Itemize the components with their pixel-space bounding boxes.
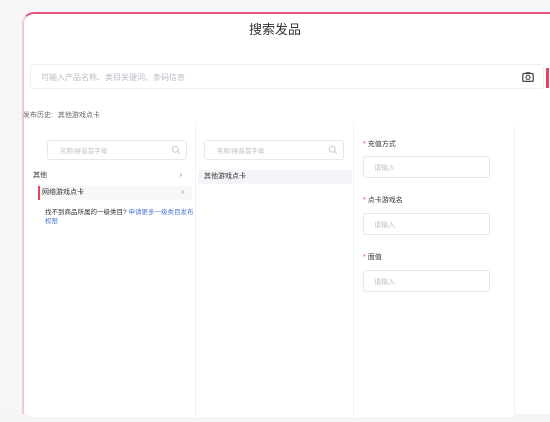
- search-icon: [171, 145, 181, 155]
- category-item-online-game-card[interactable]: 网络游戏点卡 ›: [38, 186, 192, 200]
- recharge-method-field[interactable]: [363, 156, 490, 179]
- required-mark: *: [363, 141, 366, 148]
- game-name-input[interactable]: [372, 214, 486, 236]
- column-divider: [514, 125, 515, 417]
- subcategory-item-label: 其他游戏点卡: [204, 173, 246, 180]
- field-label-game-name: * 点卡游戏名: [363, 195, 403, 205]
- recharge-method-input[interactable]: [372, 157, 486, 179]
- face-value-field[interactable]: [363, 270, 490, 293]
- product-search-bar[interactable]: [30, 64, 544, 90]
- level2-search[interactable]: [204, 140, 344, 161]
- category-item-label: 网络游戏点卡: [42, 189, 84, 196]
- field-label-text: 点卡游戏名: [367, 197, 403, 204]
- face-value-input[interactable]: [372, 271, 486, 293]
- level1-search[interactable]: [47, 140, 187, 161]
- field-label-text: 充值方式: [367, 141, 396, 148]
- page-title: 搜索发品: [248, 22, 301, 37]
- history-item[interactable]: 其他游戏点卡: [58, 112, 100, 119]
- column-divider: [353, 125, 354, 417]
- required-mark: *: [363, 254, 366, 261]
- chevron-right-icon: ›: [179, 172, 182, 179]
- publish-history: 发布历史: 其他游戏点卡: [23, 110, 100, 120]
- field-label-recharge-method: * 充值方式: [363, 139, 396, 149]
- subcategory-item-other-game-card[interactable]: 其他游戏点卡: [198, 170, 352, 184]
- required-mark: *: [363, 197, 366, 204]
- category-item-other[interactable]: 其他 ›: [30, 169, 190, 183]
- history-label: 发布历史:: [23, 112, 53, 119]
- product-search-input[interactable]: [39, 65, 503, 90]
- hint-text: 找不到商品所属的一级类目?: [45, 209, 127, 216]
- chevron-right-icon: ›: [181, 189, 184, 196]
- game-name-field[interactable]: [363, 213, 490, 236]
- column-divider: [195, 125, 196, 417]
- category-permission-hint: 找不到商品所属的一级类目? 申请更多一级类目发布权限: [45, 208, 195, 226]
- field-label-face-value: * 面值: [363, 252, 382, 262]
- scroll-accent: [546, 68, 549, 88]
- field-label-text: 面值: [367, 254, 382, 261]
- level2-search-input[interactable]: [215, 141, 319, 161]
- level1-search-input[interactable]: [58, 141, 162, 161]
- search-icon: [328, 145, 338, 155]
- camera-icon[interactable]: [521, 70, 535, 84]
- category-item-label: 其他: [33, 172, 47, 179]
